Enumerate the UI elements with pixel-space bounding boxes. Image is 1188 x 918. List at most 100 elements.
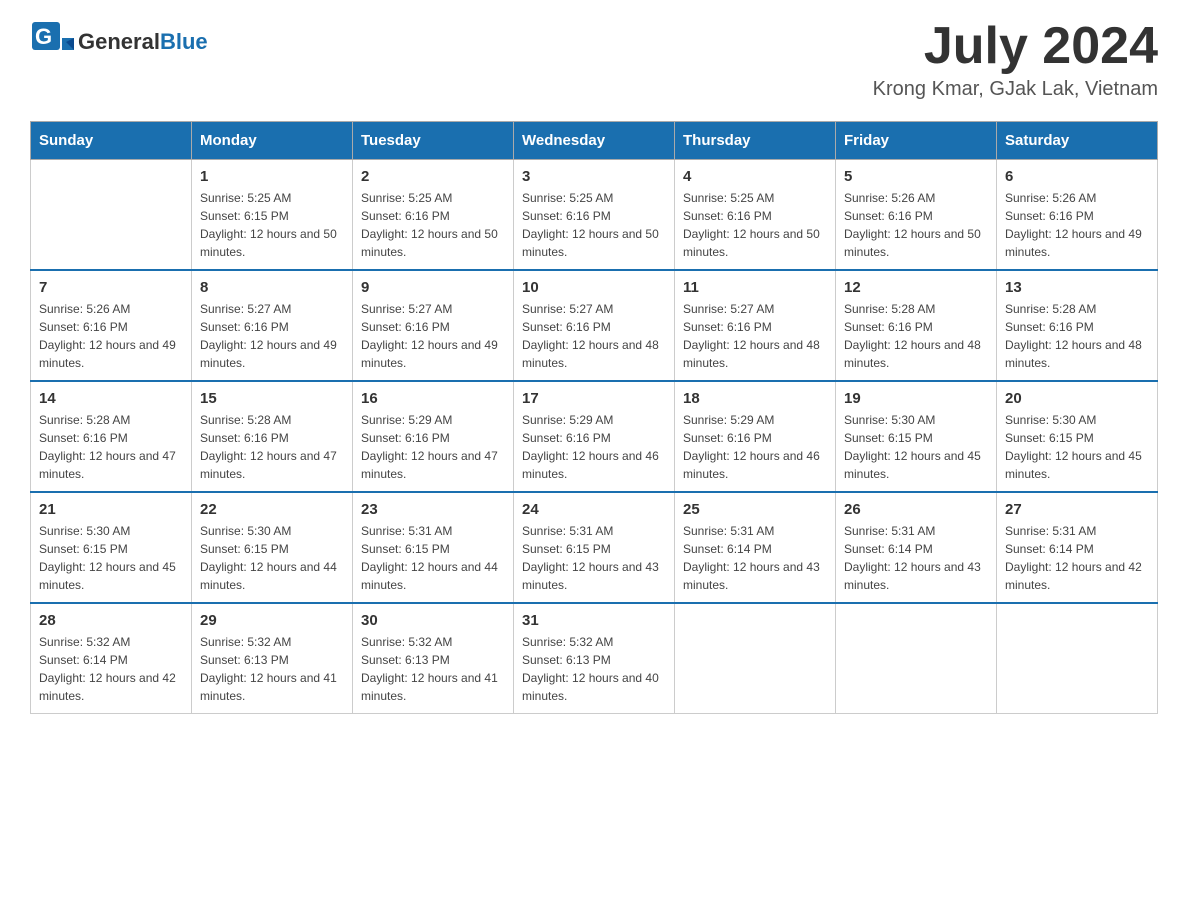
calendar-cell: 13 Sunrise: 5:28 AMSunset: 6:16 PMDayligh… [997,270,1158,381]
day-number: 8 [200,279,344,296]
day-info: Sunrise: 5:31 AMSunset: 6:15 PMDaylight:… [522,522,666,594]
day-number: 2 [361,168,505,185]
calendar-cell: 17 Sunrise: 5:29 AMSunset: 6:16 PMDayligh… [514,381,675,492]
day-info: Sunrise: 5:31 AMSunset: 6:14 PMDaylight:… [844,522,988,594]
day-info: Sunrise: 5:25 AMSunset: 6:16 PMDaylight:… [683,189,827,261]
day-number: 12 [844,279,988,296]
calendar-cell: 29 Sunrise: 5:32 AMSunset: 6:13 PMDayligh… [192,603,353,714]
day-info: Sunrise: 5:28 AMSunset: 6:16 PMDaylight:… [1005,300,1149,372]
calendar-cell: 24 Sunrise: 5:31 AMSunset: 6:15 PMDayligh… [514,492,675,603]
day-info: Sunrise: 5:30 AMSunset: 6:15 PMDaylight:… [39,522,183,594]
weekday-header-monday: Monday [192,122,353,160]
day-number: 5 [844,168,988,185]
calendar-week-row: 7 Sunrise: 5:26 AMSunset: 6:16 PMDaylight… [31,270,1158,381]
day-number: 22 [200,501,344,518]
month-title: July 2024 [873,20,1158,72]
day-info: Sunrise: 5:28 AMSunset: 6:16 PMDaylight:… [844,300,988,372]
day-number: 23 [361,501,505,518]
day-info: Sunrise: 5:25 AMSunset: 6:16 PMDaylight:… [361,189,505,261]
day-number: 13 [1005,279,1149,296]
logo: G GeneralBlue [30,20,208,64]
day-info: Sunrise: 5:27 AMSunset: 6:16 PMDaylight:… [361,300,505,372]
calendar-week-row: 1Sunrise: 5:25 AMSunset: 6:15 PMDaylight… [31,160,1158,271]
day-info: Sunrise: 5:31 AMSunset: 6:14 PMDaylight:… [683,522,827,594]
day-info: Sunrise: 5:28 AMSunset: 6:16 PMDaylight:… [200,411,344,483]
day-info: Sunrise: 5:27 AMSunset: 6:16 PMDaylight:… [683,300,827,372]
calendar-cell [31,160,192,271]
calendar-cell [836,603,997,714]
day-info: Sunrise: 5:25 AMSunset: 6:16 PMDaylight:… [522,189,666,261]
logo-general-text: General [78,29,160,54]
weekday-header-tuesday: Tuesday [353,122,514,160]
day-number: 30 [361,612,505,629]
day-info: Sunrise: 5:27 AMSunset: 6:16 PMDaylight:… [522,300,666,372]
logo-icon: G [30,20,74,64]
day-info: Sunrise: 5:26 AMSunset: 6:16 PMDaylight:… [1005,189,1149,261]
day-info: Sunrise: 5:32 AMSunset: 6:14 PMDaylight:… [39,633,183,705]
weekday-header-thursday: Thursday [675,122,836,160]
calendar-week-row: 28 Sunrise: 5:32 AMSunset: 6:14 PMDayligh… [31,603,1158,714]
day-number: 28 [39,612,183,629]
day-info: Sunrise: 5:26 AMSunset: 6:16 PMDaylight:… [844,189,988,261]
calendar-week-row: 21 Sunrise: 5:30 AMSunset: 6:15 PMDayligh… [31,492,1158,603]
weekday-header-sunday: Sunday [31,122,192,160]
calendar-cell: 31 Sunrise: 5:32 AMSunset: 6:13 PMDayligh… [514,603,675,714]
day-number: 21 [39,501,183,518]
day-info: Sunrise: 5:29 AMSunset: 6:16 PMDaylight:… [361,411,505,483]
calendar-cell: 19Sunrise: 5:30 AMSunset: 6:15 PMDayligh… [836,381,997,492]
day-number: 7 [39,279,183,296]
calendar-cell: 6 Sunrise: 5:26 AMSunset: 6:16 PMDaylight… [997,160,1158,271]
day-number: 25 [683,501,827,518]
day-info: Sunrise: 5:28 AMSunset: 6:16 PMDaylight:… [39,411,183,483]
title-block: July 2024 Krong Kmar, GJak Lak, Vietnam [873,20,1158,101]
day-info: Sunrise: 5:32 AMSunset: 6:13 PMDaylight:… [200,633,344,705]
day-info: Sunrise: 5:31 AMSunset: 6:15 PMDaylight:… [361,522,505,594]
day-number: 31 [522,612,666,629]
day-number: 11 [683,279,827,296]
day-info: Sunrise: 5:32 AMSunset: 6:13 PMDaylight:… [522,633,666,705]
day-number: 19 [844,390,988,407]
calendar-cell: 21 Sunrise: 5:30 AMSunset: 6:15 PMDayligh… [31,492,192,603]
calendar-cell: 20Sunrise: 5:30 AMSunset: 6:15 PMDayligh… [997,381,1158,492]
calendar-cell: 28 Sunrise: 5:32 AMSunset: 6:14 PMDayligh… [31,603,192,714]
day-number: 6 [1005,168,1149,185]
calendar-cell: 30 Sunrise: 5:32 AMSunset: 6:13 PMDayligh… [353,603,514,714]
day-info: Sunrise: 5:32 AMSunset: 6:13 PMDaylight:… [361,633,505,705]
logo-blue-text: Blue [160,29,208,54]
day-number: 27 [1005,501,1149,518]
day-number: 16 [361,390,505,407]
calendar-cell: 4 Sunrise: 5:25 AMSunset: 6:16 PMDaylight… [675,160,836,271]
calendar-cell: 8 Sunrise: 5:27 AMSunset: 6:16 PMDaylight… [192,270,353,381]
day-number: 3 [522,168,666,185]
day-number: 17 [522,390,666,407]
calendar-week-row: 14Sunrise: 5:28 AMSunset: 6:16 PMDayligh… [31,381,1158,492]
weekday-header-friday: Friday [836,122,997,160]
day-number: 29 [200,612,344,629]
calendar-cell: 3 Sunrise: 5:25 AMSunset: 6:16 PMDaylight… [514,160,675,271]
day-info: Sunrise: 5:30 AMSunset: 6:15 PMDaylight:… [200,522,344,594]
calendar-cell: 14Sunrise: 5:28 AMSunset: 6:16 PMDayligh… [31,381,192,492]
calendar-cell: 2 Sunrise: 5:25 AMSunset: 6:16 PMDaylight… [353,160,514,271]
day-info: Sunrise: 5:26 AMSunset: 6:16 PMDaylight:… [39,300,183,372]
day-number: 4 [683,168,827,185]
day-info: Sunrise: 5:27 AMSunset: 6:16 PMDaylight:… [200,300,344,372]
day-number: 24 [522,501,666,518]
location-subtitle: Krong Kmar, GJak Lak, Vietnam [873,78,1158,101]
calendar-cell: 18Sunrise: 5:29 AMSunset: 6:16 PMDayligh… [675,381,836,492]
calendar-cell: 27 Sunrise: 5:31 AMSunset: 6:14 PMDayligh… [997,492,1158,603]
day-number: 9 [361,279,505,296]
calendar-cell: 5 Sunrise: 5:26 AMSunset: 6:16 PMDaylight… [836,160,997,271]
day-info: Sunrise: 5:29 AMSunset: 6:16 PMDaylight:… [683,411,827,483]
svg-text:G: G [35,24,52,49]
calendar-header-row: SundayMondayTuesdayWednesdayThursdayFrid… [31,122,1158,160]
calendar-cell [997,603,1158,714]
day-info: Sunrise: 5:31 AMSunset: 6:14 PMDaylight:… [1005,522,1149,594]
day-info: Sunrise: 5:30 AMSunset: 6:15 PMDaylight:… [1005,411,1149,483]
calendar-cell: 16 Sunrise: 5:29 AMSunset: 6:16 PMDayligh… [353,381,514,492]
day-number: 15 [200,390,344,407]
calendar-cell: 11 Sunrise: 5:27 AMSunset: 6:16 PMDayligh… [675,270,836,381]
calendar-table: SundayMondayTuesdayWednesdayThursdayFrid… [30,121,1158,714]
day-info: Sunrise: 5:29 AMSunset: 6:16 PMDaylight:… [522,411,666,483]
day-number: 10 [522,279,666,296]
calendar-cell: 9 Sunrise: 5:27 AMSunset: 6:16 PMDaylight… [353,270,514,381]
